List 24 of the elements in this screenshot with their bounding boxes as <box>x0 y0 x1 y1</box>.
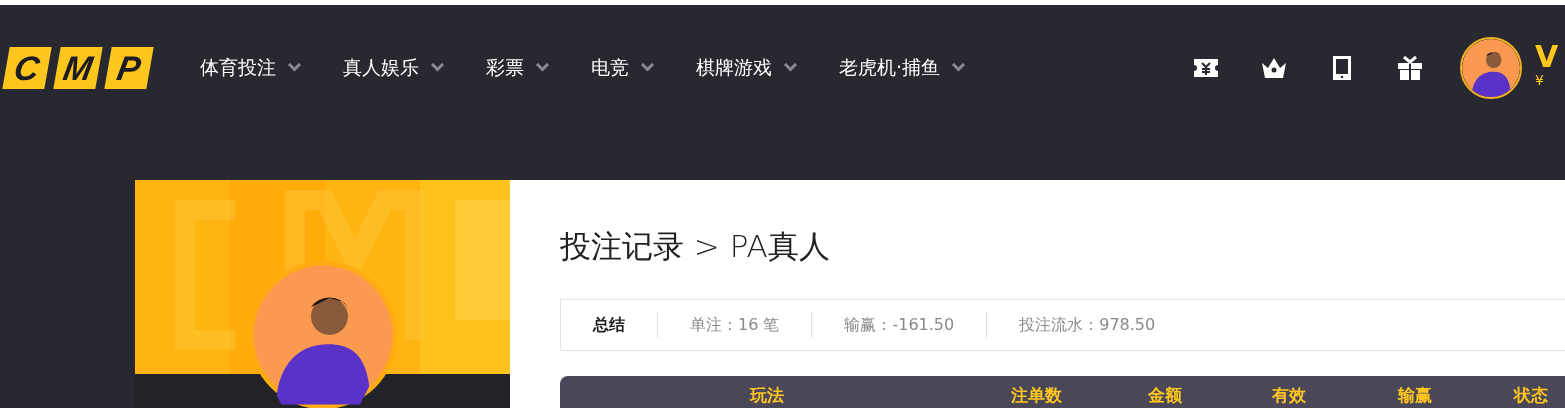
nav-item[interactable]: 老虎机·捕鱼 <box>839 54 966 81</box>
user-name: V <box>1535 41 1560 72</box>
column-header: 状态 <box>1514 385 1548 405</box>
nav-item[interactable]: 棋牌游戏 <box>696 54 797 81</box>
summary-item[interactable]: 总结 <box>561 312 657 338</box>
column-header: 输赢 <box>1398 385 1432 405</box>
column-header: 有效 <box>1272 385 1306 405</box>
column-header: 玩法 <box>750 385 784 405</box>
nav-item[interactable]: 真人娱乐 <box>343 54 444 81</box>
summary-item[interactable]: 输赢：-161.50 <box>811 312 987 338</box>
logo-letter[interactable]: M <box>53 46 103 89</box>
logo-letter[interactable]: C <box>2 46 52 89</box>
page-title: 投注记录 > PA真人 <box>560 227 831 266</box>
logo-letter[interactable]: P <box>104 46 154 89</box>
user-avatar[interactable] <box>1460 36 1522 99</box>
gift-icon[interactable] <box>1396 53 1424 82</box>
summary-item[interactable]: 投注流水：978.50 <box>986 312 1188 338</box>
balance: ¥ <box>1535 71 1545 88</box>
column-header: 注单数 <box>1011 385 1062 405</box>
column-header: 金额 <box>1148 385 1182 405</box>
nav-item[interactable]: 体育投注 <box>200 54 301 81</box>
nav-item[interactable]: 彩票 <box>486 54 549 81</box>
nav-item[interactable]: 电竞 <box>591 54 654 81</box>
summary-item[interactable]: 单注：16 笔 <box>657 312 812 338</box>
